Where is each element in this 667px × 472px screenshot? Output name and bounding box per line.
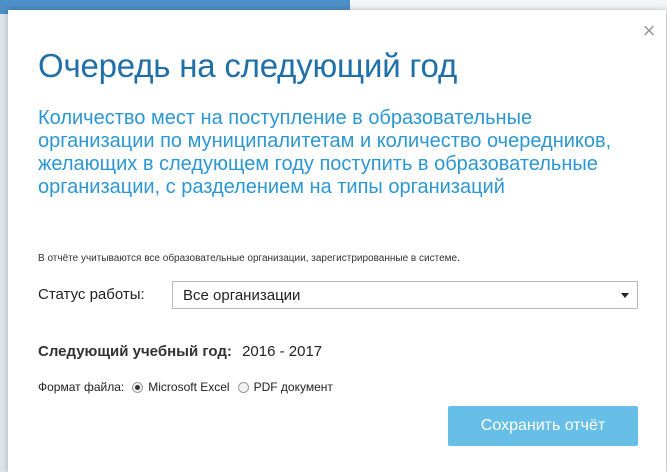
next-year-row: Следующий учебный год: 2016 - 2017 <box>38 343 322 360</box>
report-dialog: × Очередь на следующий год Количество ме… <box>8 10 666 472</box>
radio-pdf[interactable] <box>237 381 249 393</box>
report-note: В отчёте учитываются все образовательные… <box>38 253 460 264</box>
status-label: Статус работы: <box>38 286 145 303</box>
next-year-value: 2016 - 2017 <box>242 343 323 360</box>
radio-excel-label[interactable]: Microsoft Excel <box>148 380 229 394</box>
file-format-label: Формат файла: <box>38 380 125 394</box>
radio-pdf-label[interactable]: PDF документ <box>254 380 333 394</box>
chevron-down-icon <box>621 293 629 298</box>
status-select-value: Все организации <box>183 287 301 304</box>
radio-excel[interactable] <box>132 381 144 393</box>
dialog-subtitle: Количество мест на поступление в образов… <box>38 107 612 198</box>
save-report-button[interactable]: Сохранить отчёт <box>448 406 638 446</box>
file-format-row: Формат файла: Microsoft Excel PDF докуме… <box>38 380 333 394</box>
dialog-title: Очередь на следующий год <box>38 47 458 84</box>
next-year-label: Следующий учебный год: <box>38 343 232 360</box>
status-select[interactable]: Все организации <box>172 281 638 309</box>
close-icon[interactable]: × <box>640 20 658 42</box>
